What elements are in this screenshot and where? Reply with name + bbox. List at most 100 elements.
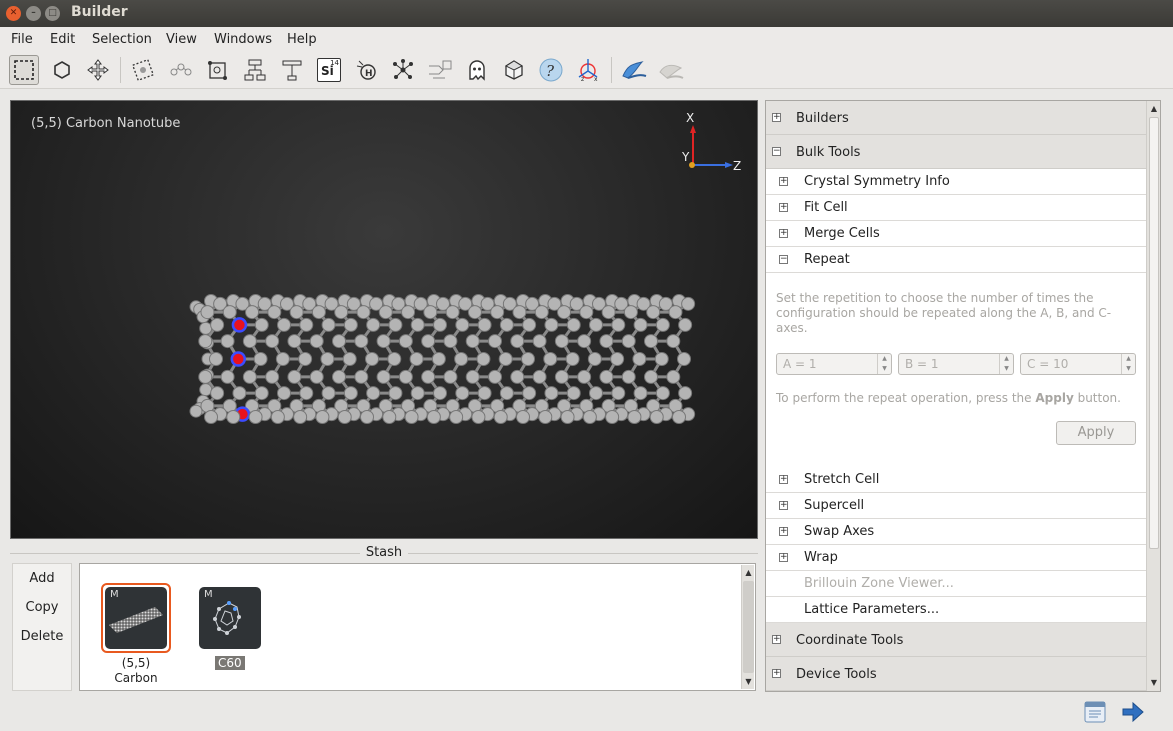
stash-item-c60[interactable]: M xyxy=(199,587,261,649)
carbon-atom[interactable] xyxy=(455,317,470,332)
carbon-atom[interactable] xyxy=(356,305,371,320)
collapse-icon[interactable]: − xyxy=(772,147,781,156)
carbon-atom[interactable] xyxy=(557,305,572,320)
carbon-atom[interactable] xyxy=(449,410,464,424)
carbon-atom[interactable] xyxy=(287,334,302,349)
carbon-atom[interactable] xyxy=(433,386,448,401)
carbon-atom[interactable] xyxy=(649,410,664,424)
menu-windows[interactable]: Windows xyxy=(214,32,272,47)
spin-down-arrow[interactable]: ▼ xyxy=(878,364,891,374)
carbon-atom[interactable] xyxy=(423,305,438,320)
carbon-atom[interactable] xyxy=(254,317,269,332)
carbon-atom[interactable] xyxy=(668,305,683,320)
carbon-atom[interactable] xyxy=(209,352,223,366)
carbon-atom[interactable] xyxy=(293,410,308,424)
carbon-atom[interactable] xyxy=(465,334,480,349)
item-repeat[interactable]: − Repeat xyxy=(766,247,1146,273)
carbon-atom[interactable] xyxy=(199,383,213,397)
carbon-atom[interactable] xyxy=(200,305,215,320)
molecule-network-icon[interactable] xyxy=(388,55,418,85)
carbon-atom[interactable] xyxy=(476,352,491,366)
carbon-atom[interactable] xyxy=(681,296,696,311)
carbon-atom[interactable] xyxy=(633,386,648,401)
carbon-atom[interactable] xyxy=(210,317,225,332)
cube-icon[interactable] xyxy=(499,55,529,85)
item-merge-cells[interactable]: + Merge Cells xyxy=(766,221,1146,247)
carbon-atom[interactable] xyxy=(433,317,448,332)
carbon-atom[interactable] xyxy=(587,352,602,366)
spin-down-arrow[interactable]: ▼ xyxy=(1000,364,1013,374)
repeat-a-spinbox[interactable]: A = 1 ▲ ▼ xyxy=(776,353,892,375)
carbon-atom[interactable] xyxy=(582,410,597,424)
carbon-atom[interactable] xyxy=(321,317,336,332)
carbon-atom[interactable] xyxy=(599,334,614,349)
hierarchy-flat-icon[interactable] xyxy=(277,55,307,85)
carbon-atom[interactable] xyxy=(554,334,569,349)
carbon-atom[interactable] xyxy=(410,386,425,401)
spin-up-arrow[interactable]: ▲ xyxy=(1122,354,1135,364)
carbon-atom[interactable] xyxy=(666,334,681,349)
carbon-atom[interactable] xyxy=(455,386,470,401)
carbon-atom[interactable] xyxy=(426,410,441,424)
carbon-atom[interactable] xyxy=(320,352,335,366)
ghost-icon[interactable] xyxy=(462,55,492,85)
carbon-atom[interactable] xyxy=(409,352,424,366)
carbon-atom[interactable] xyxy=(605,410,620,424)
carbon-atom[interactable] xyxy=(309,334,324,349)
carbon-atom[interactable] xyxy=(443,369,458,384)
scroll-down-arrow[interactable]: ▼ xyxy=(743,676,754,687)
stash-item-nanotube[interactable]: M xyxy=(105,587,167,649)
hexagon-icon[interactable] xyxy=(47,55,77,85)
hydrogen-add-icon[interactable]: H xyxy=(351,55,381,85)
carbon-atom[interactable] xyxy=(678,386,693,401)
carbon-atom[interactable] xyxy=(611,386,626,401)
expand-icon[interactable]: + xyxy=(779,527,788,536)
carbon-atom[interactable] xyxy=(644,369,659,384)
item-supercell[interactable]: + Supercell xyxy=(766,493,1146,519)
carbon-atom[interactable] xyxy=(532,334,547,349)
select-rectangle-icon[interactable] xyxy=(9,55,39,85)
carbon-atom[interactable] xyxy=(299,317,314,332)
carbon-atom[interactable] xyxy=(277,386,292,401)
scroll-up-arrow[interactable]: ▲ xyxy=(1148,103,1160,115)
carbon-atom[interactable] xyxy=(289,305,304,320)
move-icon[interactable] xyxy=(83,55,113,85)
carbon-atom[interactable] xyxy=(589,317,604,332)
axes-icon[interactable]: zx xyxy=(573,55,603,85)
item-lattice-parameters[interactable]: Lattice Parameters... xyxy=(766,597,1146,623)
carbon-atom[interactable] xyxy=(299,386,314,401)
carbon-atom[interactable] xyxy=(337,410,352,424)
carbon-atom[interactable] xyxy=(309,369,324,384)
carbon-atom[interactable] xyxy=(277,317,292,332)
carbon-atom[interactable] xyxy=(287,369,302,384)
carbon-atom[interactable] xyxy=(611,317,626,332)
scroll-down-arrow[interactable]: ▼ xyxy=(1148,677,1160,689)
carbon-atom[interactable] xyxy=(376,334,391,349)
carbon-atom[interactable] xyxy=(493,410,508,424)
repeat-c-spinbox[interactable]: C = 10 ▲ ▼ xyxy=(1020,353,1136,375)
carbon-atom[interactable] xyxy=(516,410,530,424)
atoms-chain-icon[interactable] xyxy=(166,55,196,85)
carbon-atom[interactable] xyxy=(677,352,691,366)
section-device-tools[interactable]: + Device Tools xyxy=(766,657,1146,691)
carbon-atom[interactable] xyxy=(510,334,525,349)
carbon-atom[interactable] xyxy=(544,317,559,332)
carbon-atom[interactable] xyxy=(311,305,326,320)
selected-atom[interactable] xyxy=(230,351,247,367)
carbon-atom[interactable] xyxy=(544,386,559,401)
carbon-atom[interactable] xyxy=(210,386,225,401)
carbon-atom[interactable] xyxy=(579,305,594,320)
carbon-atom[interactable] xyxy=(490,305,505,320)
carbon-atom[interactable] xyxy=(232,386,247,401)
carbon-atom[interactable] xyxy=(265,369,280,384)
stash-scrollbar[interactable]: ▲ ▼ xyxy=(741,565,754,689)
carbon-atom[interactable] xyxy=(633,317,648,332)
carbon-atom[interactable] xyxy=(254,386,269,401)
carbon-atom[interactable] xyxy=(248,410,263,424)
carbon-atom[interactable] xyxy=(220,334,235,349)
carbon-atom[interactable] xyxy=(431,352,446,366)
carbon-atom[interactable] xyxy=(601,305,616,320)
close-window-button[interactable]: ✕ xyxy=(6,6,21,21)
carbon-atom[interactable] xyxy=(621,369,636,384)
carbon-atom[interactable] xyxy=(366,386,381,401)
